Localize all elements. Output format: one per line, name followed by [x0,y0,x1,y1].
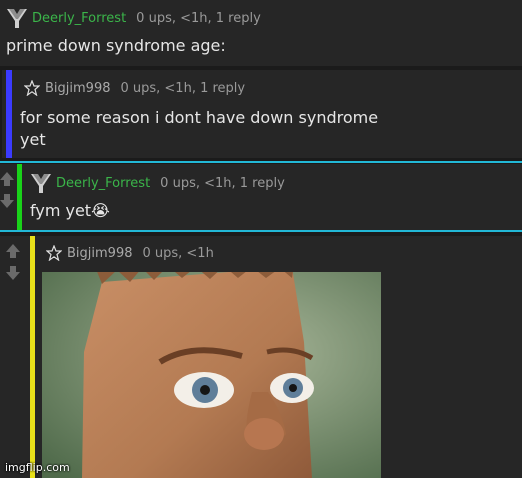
upvote-button[interactable] [2,240,24,262]
arrow-up-icon [6,244,20,258]
comment-text: prime down syndrome age: [6,36,226,55]
separator-line [0,230,522,232]
arrow-down-icon [0,194,14,208]
reply-depth-bar [30,236,35,478]
comment-stats: 0 ups, <1h, 1 reply [160,175,285,191]
username-link[interactable]: Bigjim998 [67,246,132,261]
comment-meta: Bigjim998 0 ups, <1h, 1 reply [24,80,245,96]
comment-stats: 0 ups, <1h, 1 reply [136,10,261,26]
username-link[interactable]: Deerly_Forrest [32,11,126,26]
username-link[interactable]: Deerly_Forrest [56,176,150,191]
downvote-button[interactable] [0,190,18,212]
arrow-up-icon [0,172,14,186]
separator-line [0,161,522,163]
comment-meta: Deerly_Forrest 0 ups, <1h, 1 reply [6,7,261,29]
star-outline-icon [24,80,40,96]
comment-text: fym yet😭 [30,201,110,220]
comment-2: Bigjim998 0 ups, <1h, 1 reply for some r… [2,70,522,158]
face-photo-illustration [42,272,381,478]
arrow-down-icon [6,266,20,280]
reply-depth-bar [17,164,22,232]
comment-4: Bigjim998 0 ups, <1h [0,236,522,478]
comment-meta: Deerly_Forrest 0 ups, <1h, 1 reply [30,172,285,194]
comment-image[interactable] [42,272,381,478]
vote-controls [0,168,18,212]
shield-logo-icon [7,9,27,28]
username-link[interactable]: Bigjim998 [45,81,110,96]
upvote-button[interactable] [0,168,18,190]
star-outline-icon [46,245,62,261]
imgflip-watermark: imgflip.com [5,461,70,474]
comment-meta: Bigjim998 0 ups, <1h [46,245,214,261]
comment-3: Deerly_Forrest 0 ups, <1h, 1 reply fym y… [0,164,522,232]
comment-1: Deerly_Forrest 0 ups, <1h, 1 reply prime… [0,0,522,66]
reply-depth-bar [6,70,12,158]
vote-controls [2,240,24,284]
comment-stats: 0 ups, <1h, 1 reply [120,80,246,96]
downvote-button[interactable] [2,262,24,284]
shield-logo-icon [31,174,51,193]
comment-text: for some reason i dont have down syndrom… [20,108,379,149]
comment-stats: 0 ups, <1h [142,245,214,261]
